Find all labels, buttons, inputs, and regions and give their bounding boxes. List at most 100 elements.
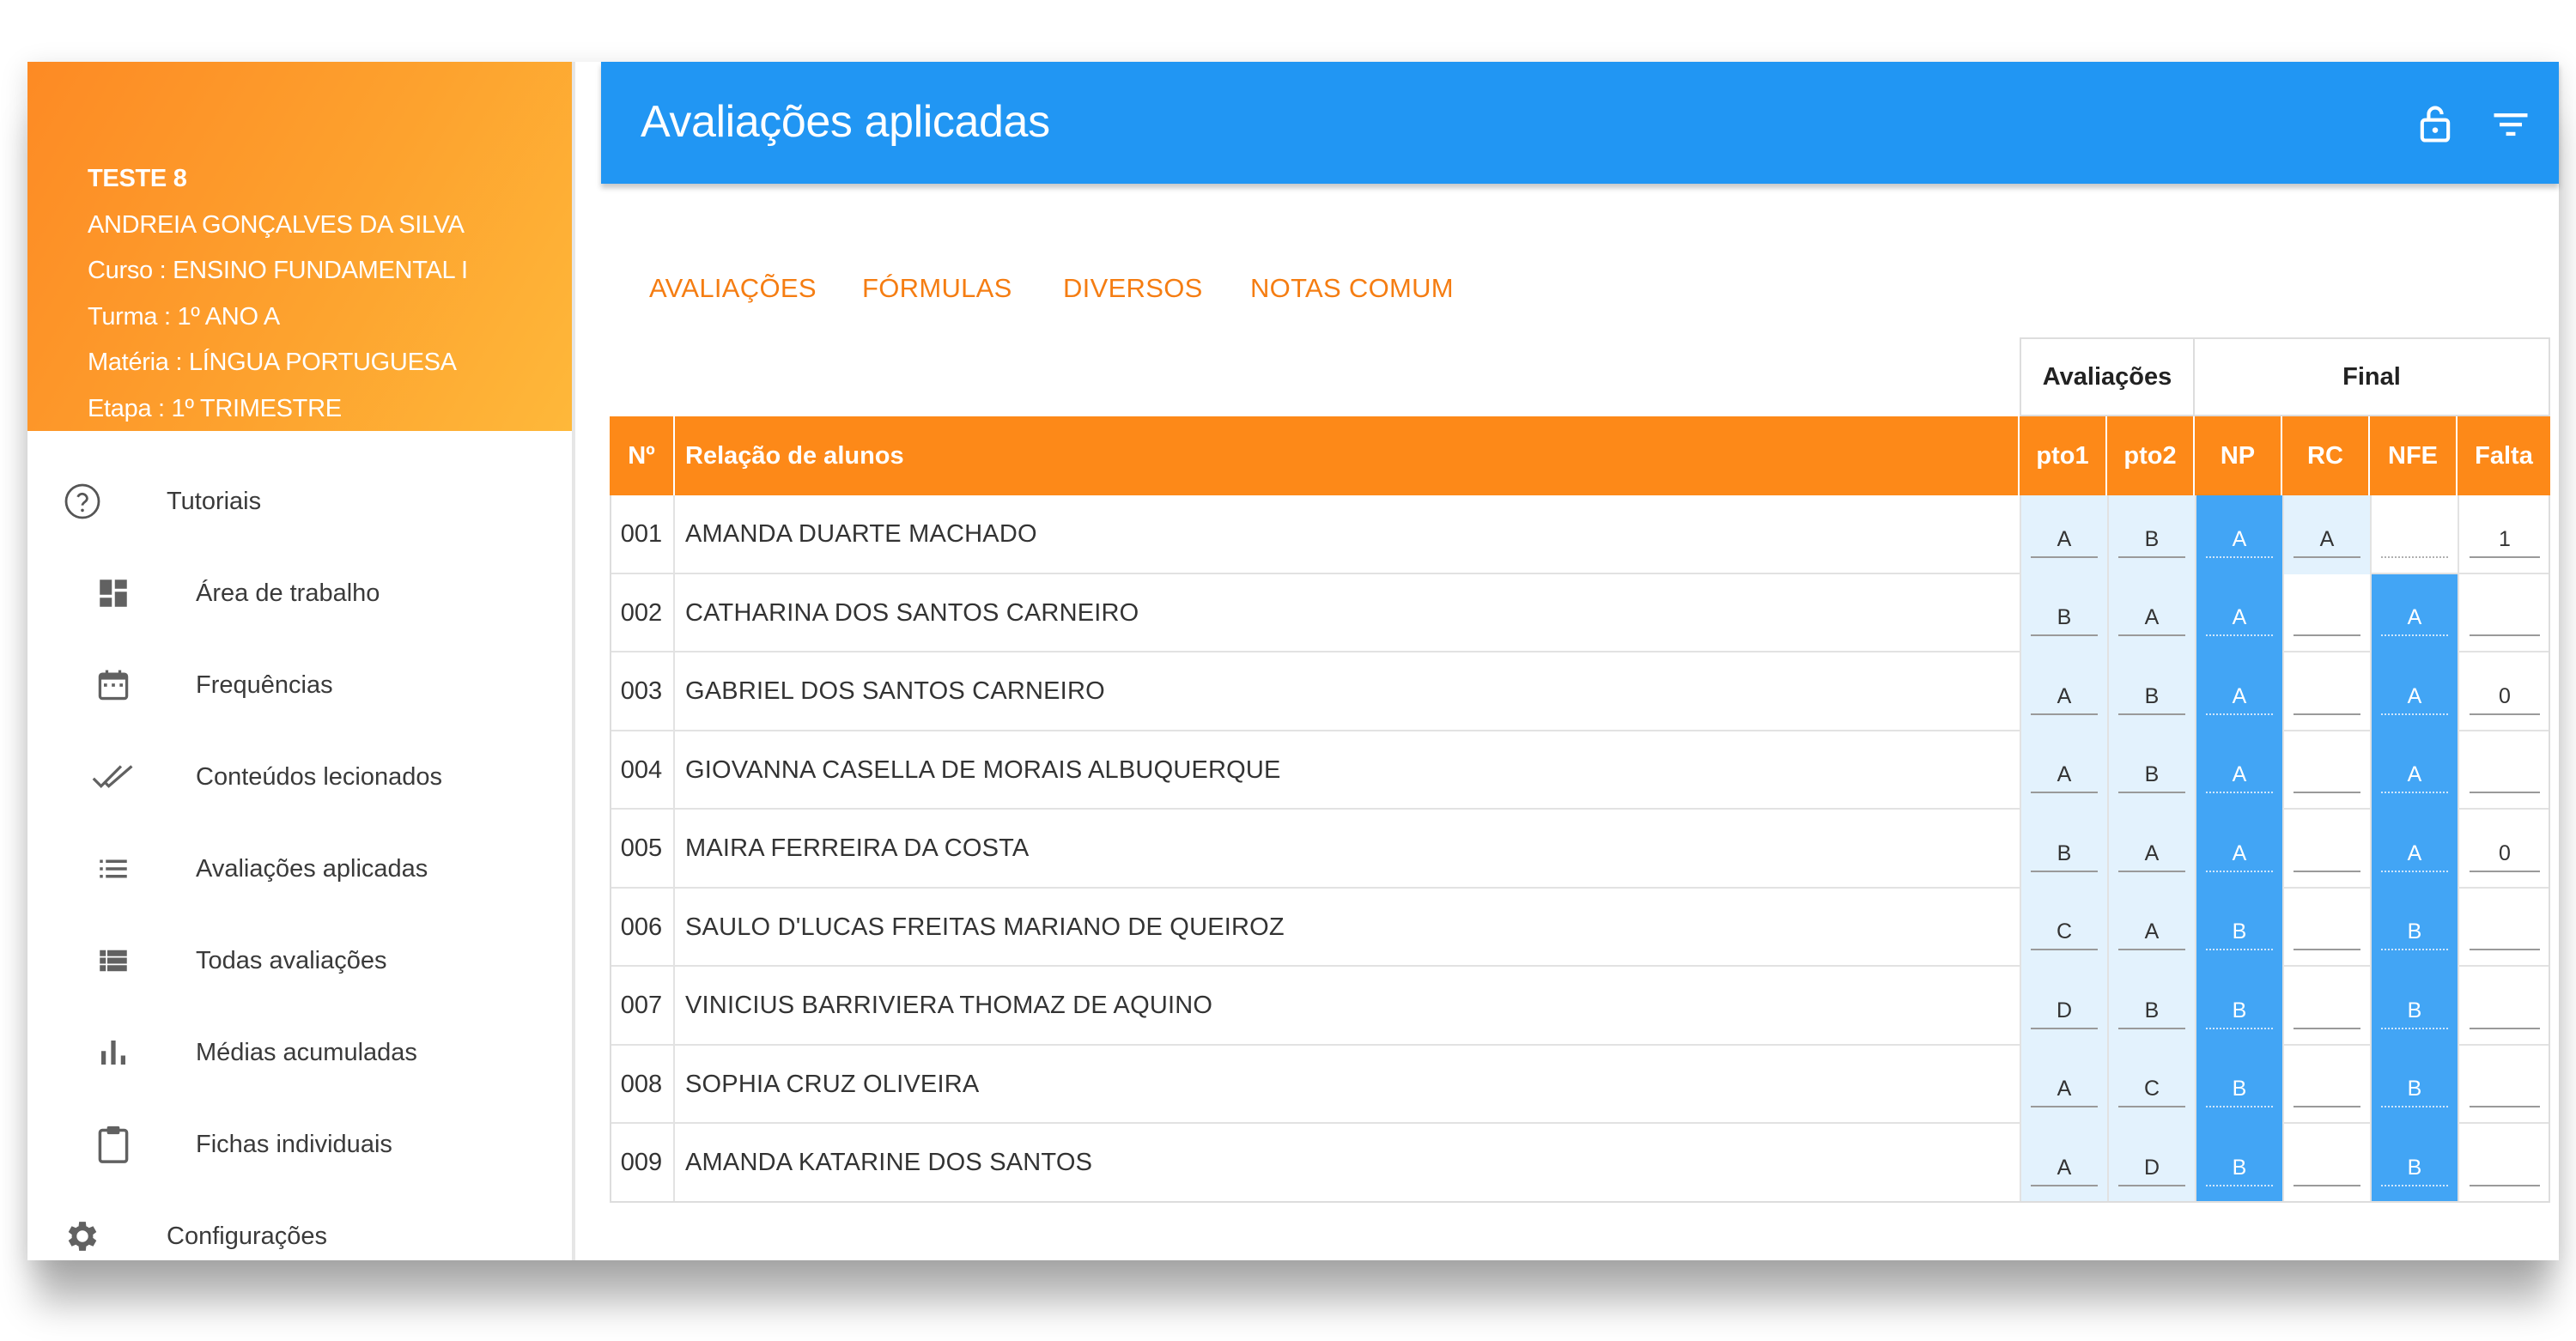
grade-rc-input[interactable] xyxy=(2293,1073,2360,1108)
grades-table: Avaliações Final Nº Relação de alunos pt… xyxy=(610,337,2550,1204)
table-row: 008 SOPHIA CRUZ OLIVEIRA A C B B xyxy=(610,1045,2550,1124)
grade-nfe-input[interactable]: A xyxy=(2381,602,2448,637)
grade-rc-input[interactable] xyxy=(2293,838,2360,872)
grade-pto2-input[interactable]: A xyxy=(2118,602,2185,637)
grade-rc-input[interactable] xyxy=(2293,602,2360,637)
grade-pto2-input[interactable]: B xyxy=(2118,759,2185,794)
grade-falta-input[interactable] xyxy=(2469,916,2541,951)
grade-np-input[interactable]: B xyxy=(2206,995,2273,1029)
bottom-edge xyxy=(601,1245,2559,1260)
profile-stage: Etapa : 1º TRIMESTRE xyxy=(88,394,342,422)
grade-falta-input[interactable] xyxy=(2469,759,2541,794)
grade-pto1-input[interactable]: A xyxy=(2031,681,2098,715)
grade-pto1-input[interactable]: D xyxy=(2031,995,2098,1029)
grade-nfe-cell: B xyxy=(2370,967,2458,1046)
student-number: 004 xyxy=(610,731,675,810)
grade-pto2-input[interactable]: B xyxy=(2118,681,2185,715)
grade-nfe-input[interactable]: B xyxy=(2381,1152,2448,1186)
sidebar: TESTE 8 ANDREIA GONÇALVES DA SILVA Curso… xyxy=(27,62,575,1260)
sidebar-item-tutoriais[interactable]: Tutoriais xyxy=(27,467,572,536)
grade-pto1-cell: A xyxy=(2020,1045,2107,1124)
grade-np-input[interactable]: B xyxy=(2206,1073,2273,1108)
clipboard-icon xyxy=(91,1122,136,1167)
grade-pto1-cell: A xyxy=(2020,731,2107,810)
grade-falta-cell: 0 xyxy=(2458,810,2550,889)
grade-rc-input[interactable] xyxy=(2293,995,2360,1029)
grade-pto1-input[interactable]: B xyxy=(2031,838,2098,872)
grade-rc-input[interactable]: A xyxy=(2293,524,2360,558)
grade-pto2-input[interactable]: A xyxy=(2118,916,2185,951)
grade-np-input[interactable]: A xyxy=(2206,838,2273,872)
tab-formulas[interactable]: FÓRMULAS xyxy=(862,273,1012,304)
grade-np-input[interactable]: B xyxy=(2206,1152,2273,1186)
grade-pto2-input[interactable]: A xyxy=(2118,838,2185,872)
grade-np-input[interactable]: A xyxy=(2206,602,2273,637)
grade-nfe-input[interactable]: B xyxy=(2381,1073,2448,1108)
grade-falta-input[interactable]: 0 xyxy=(2469,838,2541,872)
grade-rc-input[interactable] xyxy=(2293,759,2360,794)
grade-falta-input[interactable]: 1 xyxy=(2469,524,2541,558)
grade-pto2-input[interactable]: D xyxy=(2118,1152,2185,1186)
tab-avaliacoes[interactable]: AVALIAÇÕES xyxy=(649,273,817,304)
grade-rc-input[interactable] xyxy=(2293,681,2360,715)
sidebar-item-todas-avaliacoes[interactable]: Todas avaliações xyxy=(27,926,572,995)
grade-pto1-input[interactable]: C xyxy=(2031,916,2098,951)
grade-nfe-input[interactable]: A xyxy=(2381,838,2448,872)
sidebar-item-label: Avaliações aplicadas xyxy=(196,854,428,883)
grade-rc-cell xyxy=(2282,573,2370,652)
grade-falta-cell xyxy=(2458,1124,2550,1203)
grade-np-input[interactable]: A xyxy=(2206,524,2273,558)
sidebar-item-medias-acumuladas[interactable]: Médias acumuladas xyxy=(27,1018,572,1087)
grade-pto2-input[interactable]: B xyxy=(2118,524,2185,558)
grade-np-input[interactable]: A xyxy=(2206,759,2273,794)
grade-pto2-input[interactable]: C xyxy=(2118,1073,2185,1108)
grade-falta-input[interactable] xyxy=(2469,995,2541,1029)
col-header-num: Nº xyxy=(610,416,675,495)
sidebar-item-configuracoes[interactable]: Configurações xyxy=(27,1202,572,1271)
grade-falta-input[interactable]: 0 xyxy=(2469,681,2541,715)
grade-pto2-input[interactable]: B xyxy=(2118,995,2185,1029)
sidebar-item-area-de-trabalho[interactable]: Área de trabalho xyxy=(27,559,572,628)
tab-diversos[interactable]: DIVERSOS xyxy=(1063,273,1203,304)
grade-falta-input[interactable] xyxy=(2469,1152,2541,1186)
tab-notas-comum[interactable]: NOTAS COMUM xyxy=(1250,273,1454,304)
student-number: 005 xyxy=(610,810,675,889)
grade-falta-cell xyxy=(2458,888,2550,967)
student-number: 006 xyxy=(610,888,675,967)
table-row: 002 CATHARINA DOS SANTOS CARNEIRO B A A A xyxy=(610,573,2550,652)
table-row: 005 MAIRA FERREIRA DA COSTA B A A A 0 xyxy=(610,810,2550,889)
grade-pto1-input[interactable]: A xyxy=(2031,759,2098,794)
grade-pto1-input[interactable]: A xyxy=(2031,524,2098,558)
grade-rc-cell xyxy=(2282,652,2370,731)
page-title: Avaliações aplicadas xyxy=(641,97,1050,147)
grade-pto2-cell: B xyxy=(2107,652,2195,731)
grade-falta-input[interactable] xyxy=(2469,1073,2541,1108)
grade-np-input[interactable]: B xyxy=(2206,916,2273,951)
grade-falta-cell xyxy=(2458,967,2550,1046)
grade-nfe-cell: B xyxy=(2370,1045,2458,1124)
group-header-avaliacoes: Avaliações xyxy=(2020,337,2195,416)
sidebar-item-fichas-individuais[interactable]: Fichas individuais xyxy=(27,1110,572,1179)
grade-nfe-input[interactable] xyxy=(2381,524,2448,558)
filter-icon[interactable] xyxy=(2488,101,2533,146)
grade-rc-input[interactable] xyxy=(2293,1152,2360,1186)
profile-class: Turma : 1º ANO A xyxy=(88,302,280,331)
grade-np-input[interactable]: A xyxy=(2206,681,2273,715)
grade-falta-cell xyxy=(2458,731,2550,810)
grade-nfe-input[interactable]: A xyxy=(2381,681,2448,715)
grade-rc-input[interactable] xyxy=(2293,916,2360,951)
grade-pto1-cell: B xyxy=(2020,810,2107,889)
grade-pto1-input[interactable]: B xyxy=(2031,602,2098,637)
grade-pto1-input[interactable]: A xyxy=(2031,1073,2098,1108)
grade-rc-cell: A xyxy=(2282,495,2370,574)
sidebar-item-frequencias[interactable]: Frequências xyxy=(27,651,572,719)
grade-nfe-input[interactable]: B xyxy=(2381,995,2448,1029)
lock-open-icon[interactable] xyxy=(2413,101,2458,146)
grade-nfe-cell: B xyxy=(2370,888,2458,967)
grade-nfe-input[interactable]: B xyxy=(2381,916,2448,951)
grade-nfe-input[interactable]: A xyxy=(2381,759,2448,794)
grade-pto1-input[interactable]: A xyxy=(2031,1152,2098,1186)
grade-falta-input[interactable] xyxy=(2469,602,2541,637)
sidebar-item-conteudos-lecionados[interactable]: Conteúdos lecionados xyxy=(27,743,572,811)
sidebar-item-avaliacoes-aplicadas[interactable]: Avaliações aplicadas xyxy=(27,834,572,903)
